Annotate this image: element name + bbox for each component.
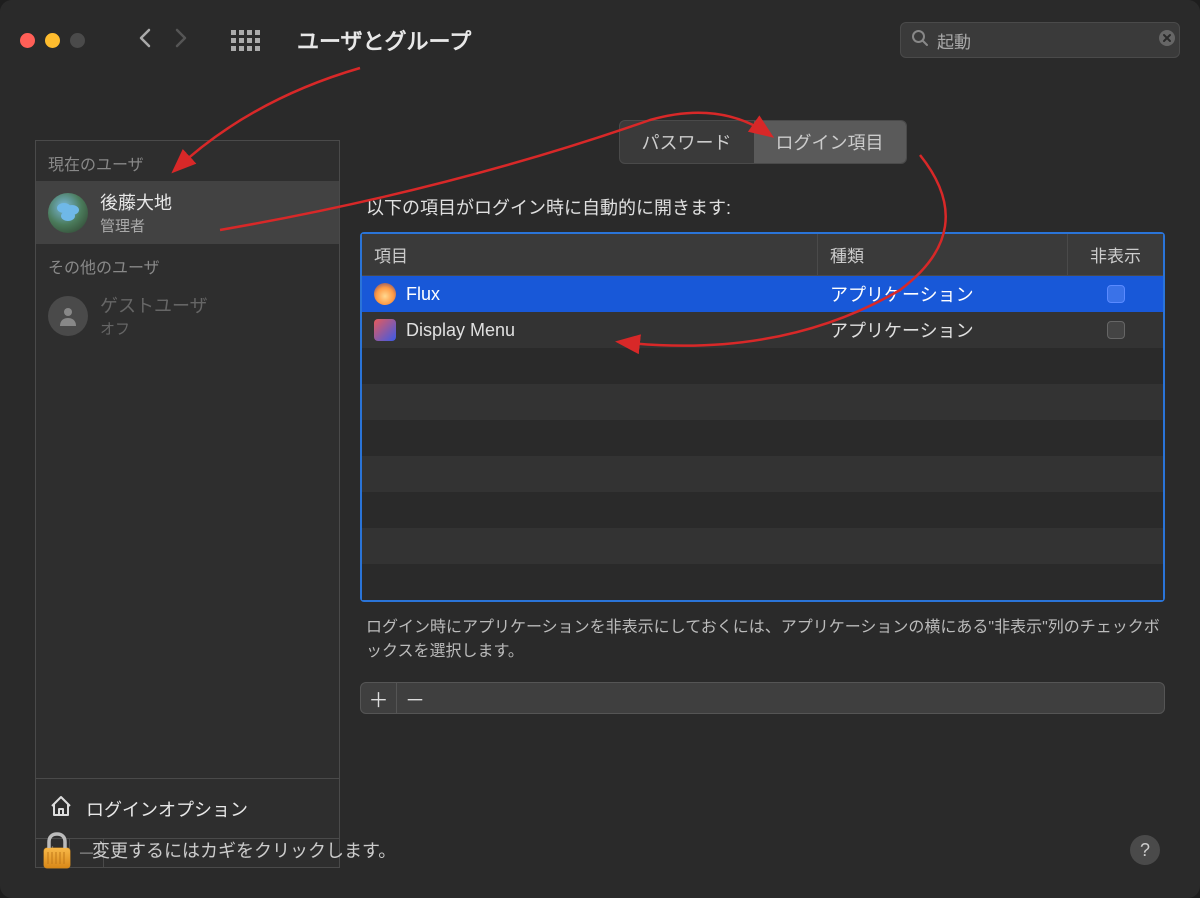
search-icon (911, 29, 929, 52)
current-user-section-label: 現在のユーザ (36, 141, 339, 181)
login-options-button[interactable]: ログインオプション (36, 778, 339, 838)
lock-text-label: 変更するにはカギをクリックします。 (92, 837, 396, 863)
tab-password[interactable]: パスワード (620, 121, 754, 163)
empty-row (362, 528, 1163, 564)
column-header-hide[interactable]: 非表示 (1068, 234, 1163, 275)
app-kind-label: アプリケーション (818, 317, 1068, 343)
guest-name-label: ゲストユーザ (100, 292, 208, 318)
preferences-window: ユーザとグループ 現在のユーザ 後藤大地 管理者 その他のユーザ (0, 0, 1200, 898)
lock-icon[interactable] (40, 830, 74, 870)
user-avatar-icon (48, 193, 88, 233)
hide-checkbox[interactable] (1107, 321, 1125, 339)
login-options-label: ログインオプション (86, 796, 248, 822)
guest-info: ゲストユーザ オフ (100, 292, 208, 339)
sidebar-item-guest-user[interactable]: ゲストユーザ オフ (36, 284, 339, 347)
user-name-label: 後藤大地 (100, 189, 172, 215)
empty-row (362, 348, 1163, 384)
empty-row (362, 492, 1163, 528)
add-item-button[interactable]: ＋ (361, 683, 397, 713)
table-row[interactable]: Display Menu アプリケーション (362, 312, 1163, 348)
back-button[interactable] (137, 26, 153, 55)
main-panel: パスワード ログイン項目 以下の項目がログイン時に自動的に開きます: 項目 種類… (360, 120, 1165, 868)
instruction-label: 以下の項目がログイン時に自動的に開きます: (360, 194, 1165, 220)
traffic-lights (20, 33, 85, 48)
tabs: パスワード ログイン項目 (360, 120, 1165, 164)
login-items-table: 項目 種類 非表示 Flux アプリケーション (360, 232, 1165, 602)
app-name-label: Display Menu (406, 320, 515, 341)
minimize-window-button[interactable] (45, 33, 60, 48)
tab-login-items[interactable]: ログイン項目 (754, 121, 906, 163)
table-header: 項目 種類 非表示 (362, 234, 1163, 276)
hide-checkbox[interactable] (1107, 285, 1125, 303)
content: 現在のユーザ 後藤大地 管理者 その他のユーザ ゲストユーザ オフ (0, 80, 1200, 898)
empty-row (362, 564, 1163, 600)
help-button[interactable]: ? (1130, 835, 1160, 865)
column-header-item[interactable]: 項目 (362, 234, 818, 275)
app-icon (374, 283, 396, 305)
window-title: ユーザとグループ (297, 24, 471, 56)
user-info: 後藤大地 管理者 (100, 189, 172, 236)
hint-label: ログイン時にアプリケーションを非表示にしておくには、アプリケーションの横にある"… (360, 616, 1165, 664)
empty-row (362, 456, 1163, 492)
users-sidebar: 現在のユーザ 後藤大地 管理者 その他のユーザ ゲストユーザ オフ (35, 140, 340, 868)
table-body: Flux アプリケーション Display Menu アプリケーション (362, 276, 1163, 600)
add-remove-buttons: ＋ － (360, 682, 1165, 714)
show-all-icon[interactable] (231, 30, 260, 51)
tab-group: パスワード ログイン項目 (619, 120, 907, 164)
search-box[interactable] (900, 22, 1180, 58)
column-header-kind[interactable]: 種類 (818, 234, 1068, 275)
clear-search-icon[interactable] (1158, 29, 1176, 52)
empty-row (362, 384, 1163, 420)
guest-avatar-icon (48, 296, 88, 336)
guest-status-label: オフ (100, 318, 208, 339)
other-users-section-label: その他のユーザ (36, 244, 339, 284)
sidebar-item-current-user[interactable]: 後藤大地 管理者 (36, 181, 339, 244)
app-name-label: Flux (406, 284, 440, 305)
empty-row (362, 420, 1163, 456)
zoom-window-button[interactable] (70, 33, 85, 48)
titlebar: ユーザとグループ (0, 0, 1200, 80)
nav-arrows (137, 26, 189, 55)
footer: 変更するにはカギをクリックします。 ? (40, 830, 1160, 870)
user-role-label: 管理者 (100, 215, 172, 236)
house-icon (48, 793, 74, 824)
search-input[interactable] (937, 30, 1158, 50)
app-icon (374, 319, 396, 341)
remove-item-button[interactable]: － (397, 683, 433, 713)
table-row[interactable]: Flux アプリケーション (362, 276, 1163, 312)
forward-button[interactable] (173, 26, 189, 55)
close-window-button[interactable] (20, 33, 35, 48)
app-kind-label: アプリケーション (818, 281, 1068, 307)
